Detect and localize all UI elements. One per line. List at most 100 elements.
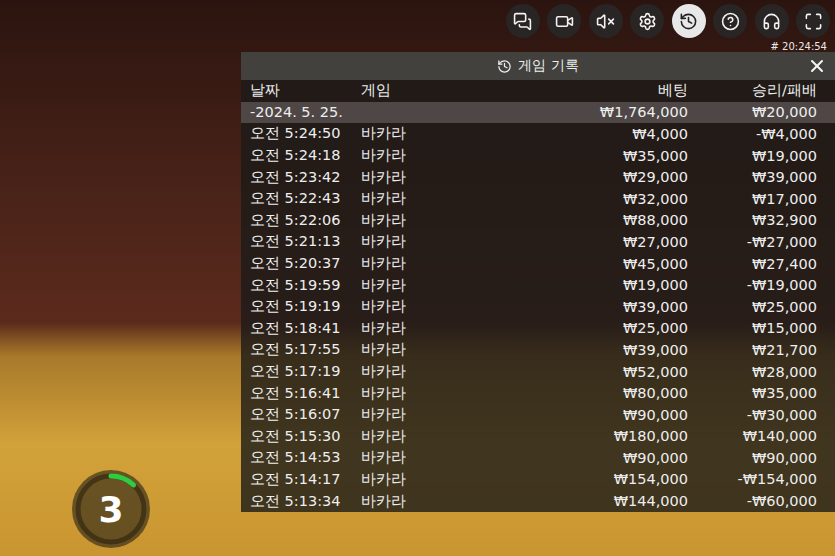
row-result: -₩154,000 <box>688 471 817 487</box>
row-bet: ₩19,000 <box>471 277 688 293</box>
history-row[interactable]: 오전 5:17:19바카라₩52,000₩28,000 <box>241 361 835 383</box>
help-button[interactable] <box>713 4 747 38</box>
column-header: 베팅 <box>471 81 688 100</box>
row-game: 바카라 <box>361 232 471 251</box>
row-bet: ₩180,000 <box>471 428 688 444</box>
history-row[interactable]: 오전 5:19:59바카라₩19,000-₩19,000 <box>241 274 835 296</box>
row-game: 바카라 <box>361 276 471 295</box>
history-row[interactable]: 오전 5:14:17바카라₩154,000-₩154,000 <box>241 469 835 491</box>
row-result: ₩28,000 <box>688 364 817 380</box>
history-row[interactable]: 오전 5:22:06바카라₩88,000₩32,900 <box>241 210 835 232</box>
row-time: 오전 5:15:30 <box>250 427 361 446</box>
history-row[interactable]: 오전 5:13:34바카라₩144,000-₩60,000 <box>241 490 835 512</box>
panel-title-bar: 게임 기록 <box>241 52 835 80</box>
row-result: ₩25,000 <box>688 299 817 315</box>
row-bet: ₩90,000 <box>471 407 688 423</box>
history-row[interactable]: 오전 5:21:13바카라₩27,000-₩27,000 <box>241 231 835 253</box>
row-result: ₩27,400 <box>688 256 817 272</box>
header-row: 날짜게임베팅승리/패배 <box>241 80 835 102</box>
row-time: 오전 5:14:53 <box>250 448 361 467</box>
row-time: 오전 5:22:43 <box>250 189 361 208</box>
chat-button[interactable] <box>506 4 540 38</box>
history-row[interactable]: 오전 5:16:07바카라₩90,000-₩30,000 <box>241 404 835 426</box>
row-bet: ₩32,000 <box>471 191 688 207</box>
row-time: 오전 5:14:17 <box>250 470 361 489</box>
row-result: -₩4,000 <box>688 126 817 142</box>
history-row[interactable]: 오전 5:14:53바카라₩90,000₩90,000 <box>241 447 835 469</box>
summary-bet: ₩1,764,000 <box>471 104 688 120</box>
help-icon <box>721 12 740 31</box>
row-time: 오전 5:19:19 <box>250 297 361 316</box>
row-game: 바카라 <box>361 405 471 424</box>
row-bet: ₩45,000 <box>471 256 688 272</box>
gear-icon <box>638 12 657 31</box>
history-row[interactable]: 오전 5:24:50바카라₩4,000-₩4,000 <box>241 123 835 145</box>
headset-button[interactable] <box>755 4 789 38</box>
row-result: ₩17,000 <box>688 191 817 207</box>
row-time: 오전 5:19:59 <box>250 276 361 295</box>
row-game: 바카라 <box>361 319 471 338</box>
history-row[interactable]: 오전 5:19:19바카라₩39,000₩25,000 <box>241 296 835 318</box>
column-header: 승리/패배 <box>688 81 817 100</box>
history-row[interactable]: 오전 5:24:18바카라₩35,000₩19,000 <box>241 145 835 167</box>
row-result: ₩140,000 <box>688 428 817 444</box>
row-result: ₩15,000 <box>688 320 817 336</box>
mute-icon <box>596 12 615 31</box>
row-time: 오전 5:17:19 <box>250 362 361 381</box>
history-icon <box>497 59 512 74</box>
row-bet: ₩80,000 <box>471 385 688 401</box>
row-time: 오전 5:18:41 <box>250 319 361 338</box>
row-result: -₩19,000 <box>688 277 817 293</box>
history-row[interactable]: 오전 5:20:37바카라₩45,000₩27,400 <box>241 253 835 275</box>
row-time: 오전 5:17:55 <box>250 340 361 359</box>
video-button[interactable] <box>547 4 581 38</box>
row-result: ₩90,000 <box>688 450 817 466</box>
history-row[interactable]: 오전 5:16:41바카라₩80,000₩35,000 <box>241 382 835 404</box>
row-game: 바카라 <box>361 297 471 316</box>
row-game: 바카라 <box>361 427 471 446</box>
headset-icon <box>762 12 781 31</box>
mute-button[interactable] <box>589 4 623 38</box>
game-screen: # 20:24:54 게임 기록날짜게임베팅승리/패배 -2024. 5. 25. ₩… <box>0 0 835 556</box>
row-game: 바카라 <box>361 384 471 403</box>
row-time: 오전 5:16:07 <box>250 405 361 424</box>
row-time: 오전 5:22:06 <box>250 211 361 230</box>
row-game: 바카라 <box>361 146 471 165</box>
history-row[interactable]: 오전 5:18:41바카라₩25,000₩15,000 <box>241 318 835 340</box>
summary-date: -2024. 5. 25. <box>250 104 361 120</box>
row-result: ₩19,000 <box>688 148 817 164</box>
close-button[interactable] <box>807 56 827 76</box>
timestamp: # 20:24:54 <box>771 41 827 52</box>
row-result: ₩21,700 <box>688 342 817 358</box>
history-row[interactable]: 오전 5:17:55바카라₩39,000₩21,700 <box>241 339 835 361</box>
row-result: ₩39,000 <box>688 169 817 185</box>
row-game: 바카라 <box>361 189 471 208</box>
panel-title: 게임 기록 <box>518 57 578 75</box>
row-bet: ₩27,000 <box>471 234 688 250</box>
history-row[interactable]: 오전 5:22:43바카라₩32,000₩17,000 <box>241 188 835 210</box>
fullscreen-button[interactable] <box>796 4 830 38</box>
row-time: 오전 5:24:18 <box>250 146 361 165</box>
row-game: 바카라 <box>361 254 471 273</box>
row-bet: ₩52,000 <box>471 364 688 380</box>
history-button[interactable] <box>672 4 706 38</box>
history-row[interactable]: 오전 5:23:42바카라₩29,000₩39,000 <box>241 166 835 188</box>
row-bet: ₩4,000 <box>471 126 688 142</box>
row-game: 바카라 <box>361 448 471 467</box>
fullscreen-icon <box>804 12 823 31</box>
toolbar <box>506 4 831 38</box>
row-time: 오전 5:20:37 <box>250 254 361 273</box>
row-bet: ₩144,000 <box>471 493 688 509</box>
row-game: 바카라 <box>361 492 471 511</box>
history-row[interactable]: 오전 5:15:30바카라₩180,000₩140,000 <box>241 426 835 448</box>
row-game: 바카라 <box>361 124 471 143</box>
gear-button[interactable] <box>630 4 664 38</box>
row-game: 바카라 <box>361 211 471 230</box>
row-result: ₩35,000 <box>688 385 817 401</box>
row-bet: ₩35,000 <box>471 148 688 164</box>
summary-result: ₩20,000 <box>688 104 817 120</box>
row-game: 바카라 <box>361 362 471 381</box>
video-icon <box>555 12 574 31</box>
column-header: 게임 <box>361 81 471 100</box>
row-time: 오전 5:13:34 <box>250 492 361 511</box>
